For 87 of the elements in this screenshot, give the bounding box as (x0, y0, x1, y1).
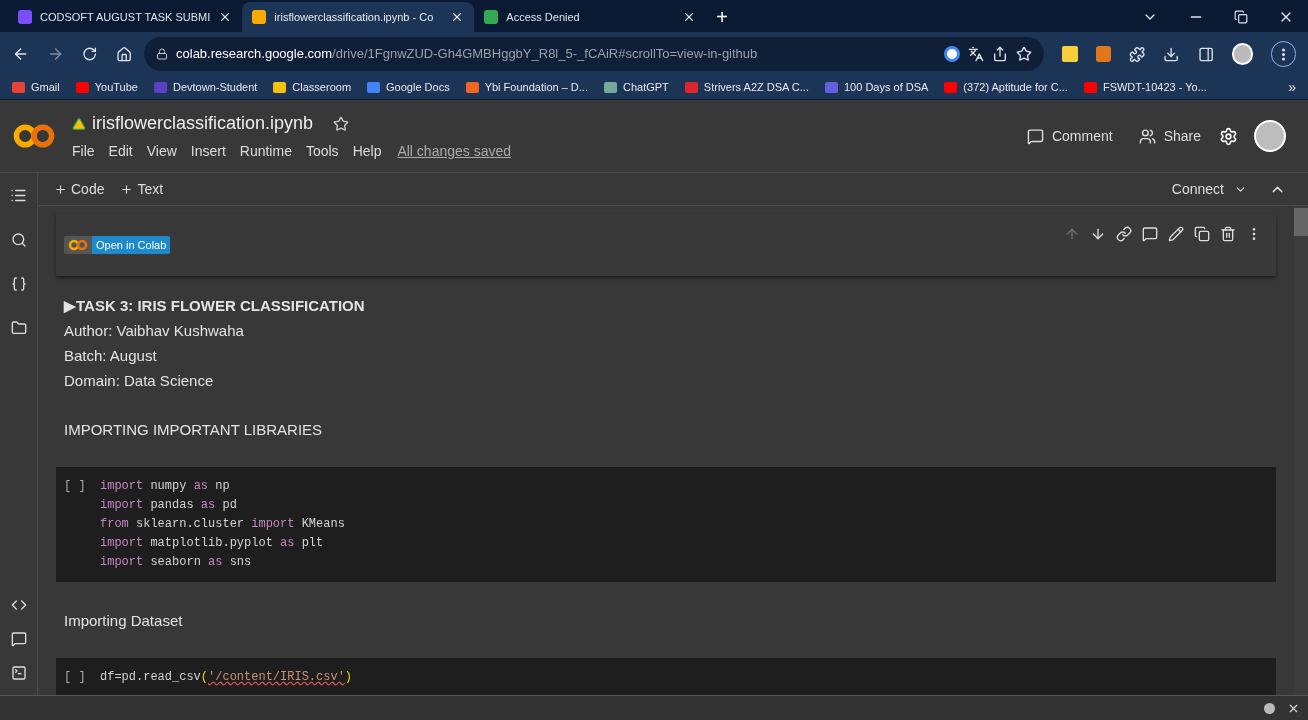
code-snippets-icon[interactable] (10, 597, 27, 613)
restore-icon[interactable] (1234, 10, 1248, 24)
comment-button[interactable]: Comment (1026, 125, 1113, 147)
comment-icon[interactable] (1142, 226, 1158, 242)
tab-title: CODSOFT AUGUST TASK SUBMI (40, 9, 211, 25)
url-text: colab.research.google.com/drive/1FgnwZUD-Gh4GMBHggbY_R8l_5-_fCAiR#scrollTo=view-in-github (176, 45, 758, 64)
menu-item[interactable]: File (72, 141, 95, 162)
bookmark-link[interactable]: Google Docs (386, 79, 450, 96)
code-line: import pandas as pd (100, 497, 238, 514)
more-icon (1282, 47, 1286, 61)
people-icon (1138, 127, 1156, 145)
scrollbar-thumb[interactable] (1294, 208, 1308, 236)
bookmark-link[interactable]: 100 Days of DSA (844, 79, 929, 96)
reload-icon[interactable] (82, 46, 98, 62)
markdown-text: ▶TASK 3: IRIS FLOWER CLASSIFICATION (64, 296, 366, 316)
mirror-cell-icon[interactable] (1194, 226, 1210, 242)
edit-icon[interactable] (1168, 226, 1184, 242)
account-avatar[interactable] (1254, 120, 1286, 152)
settings-icon[interactable] (1219, 126, 1238, 146)
menu-item[interactable]: Edit (108, 141, 133, 162)
save-status-link[interactable]: All changes saved (397, 141, 512, 162)
tab-title: Access Denied (506, 9, 581, 25)
section-heading: IMPORTING IMPORTANT LIBRARIES (64, 420, 324, 440)
variables-icon[interactable] (10, 276, 27, 292)
plus-icon (120, 182, 134, 196)
bookmark-link[interactable]: Strivers A2Z DSA C... (703, 79, 809, 96)
menu-item[interactable]: Help (352, 141, 382, 162)
markdown-text: Domain: Data Science (64, 371, 215, 391)
menu-item[interactable]: View (146, 141, 177, 162)
code-line: from sklearn.cluster import KMeans (100, 516, 345, 533)
code-line: import seaborn as sns (100, 554, 253, 571)
browser-tab[interactable]: CODSOFT AUGUST TASK SUBMI (8, 2, 243, 32)
profile-avatar[interactable] (1231, 43, 1254, 65)
search-icon[interactable] (10, 232, 27, 248)
connect-button[interactable]: Connect (1171, 178, 1247, 200)
markdown-text: Batch: August (64, 346, 158, 366)
colab-logo-icon (68, 239, 88, 251)
bookmark-link[interactable]: (372) Aptitude for C... (963, 79, 1068, 96)
share-button[interactable]: Share (1138, 125, 1201, 147)
delete-icon[interactable] (1220, 226, 1236, 242)
colab-logo-icon (12, 122, 56, 150)
drive-icon (72, 116, 86, 131)
code-cell[interactable]: [ ] import numpy as np import pandas as pd from sklearn.cluster import KMeans import matplotlib.pyplot as plt import seaborn as sns (56, 467, 1276, 582)
address-bar[interactable]: colab.research.google.com/drive/1FgnwZUD-Gh4GMBHggbY_R8l_5-_fCAiR#scrollTo=view-in-github (144, 37, 1045, 71)
markdown-text: Author: Vaibhav Kushwaha (64, 321, 245, 341)
new-tab-button[interactable]: + (706, 2, 738, 32)
bookmark-link[interactable]: Ybi Foundation – D... (484, 79, 588, 96)
code-line: import numpy as np (100, 478, 231, 495)
comment-icon (1026, 127, 1044, 145)
terminal-icon[interactable] (10, 665, 27, 681)
add-code-button[interactable]: Code (54, 178, 105, 200)
lock-icon (156, 48, 168, 60)
table-of-contents-icon[interactable] (10, 187, 27, 204)
plus-icon (54, 182, 67, 196)
star-icon[interactable] (333, 115, 350, 132)
code-cell[interactable]: [ ] df=pd.read_csv('/content/IRIS.csv') (56, 658, 1276, 695)
code-line: df=pd.read_csv('/content/IRIS.csv') (100, 669, 353, 686)
notebook-title[interactable]: irisflowerclassification.ipynb (92, 110, 314, 137)
bookmark-link[interactable]: Gmail (31, 79, 60, 96)
home-icon[interactable] (115, 45, 132, 63)
tab-title: irisflowerclassification.ipynb - Co (274, 9, 435, 25)
add-text-button[interactable]: Text (120, 178, 164, 200)
bookmark-link[interactable]: Classeroom (292, 79, 352, 96)
translate-icon[interactable] (968, 46, 985, 62)
menu-item[interactable]: Tools (305, 141, 339, 162)
side-panel-icon[interactable] (1197, 45, 1214, 63)
code-line: import matplotlib.pyplot as plt (100, 535, 325, 552)
download-icon[interactable] (1163, 45, 1180, 63)
move-down-icon[interactable] (1090, 226, 1106, 242)
menu-item[interactable]: Insert (190, 141, 226, 162)
bookmark-link[interactable]: Devtown-Student (172, 79, 258, 96)
menu-item[interactable]: Runtime (239, 141, 292, 162)
files-icon[interactable] (10, 320, 27, 336)
browser-tab[interactable]: irisflowerclassification.ipynb - Co (242, 2, 475, 32)
more-bookmarks-button[interactable]: » (1288, 77, 1296, 98)
bookmark-link[interactable]: FSWDT-10423 - Yo... (1102, 79, 1207, 96)
run-prompt[interactable]: [ ] (56, 668, 100, 687)
extensions-icon[interactable] (1129, 45, 1146, 63)
share-page-icon[interactable] (992, 46, 1009, 62)
bookmark-link[interactable]: ChatGPT (623, 79, 669, 96)
run-prompt[interactable]: [ ] (56, 477, 100, 572)
bookmark-star-icon[interactable] (1016, 46, 1033, 62)
browser-tab[interactable]: Access Denied (474, 2, 707, 32)
section-heading: Importing Dataset (64, 611, 184, 631)
link-icon[interactable] (1116, 226, 1132, 242)
notebook-cell[interactable]: Open in Colab (56, 214, 1276, 276)
bookmark-link[interactable]: YouTube (94, 79, 138, 96)
